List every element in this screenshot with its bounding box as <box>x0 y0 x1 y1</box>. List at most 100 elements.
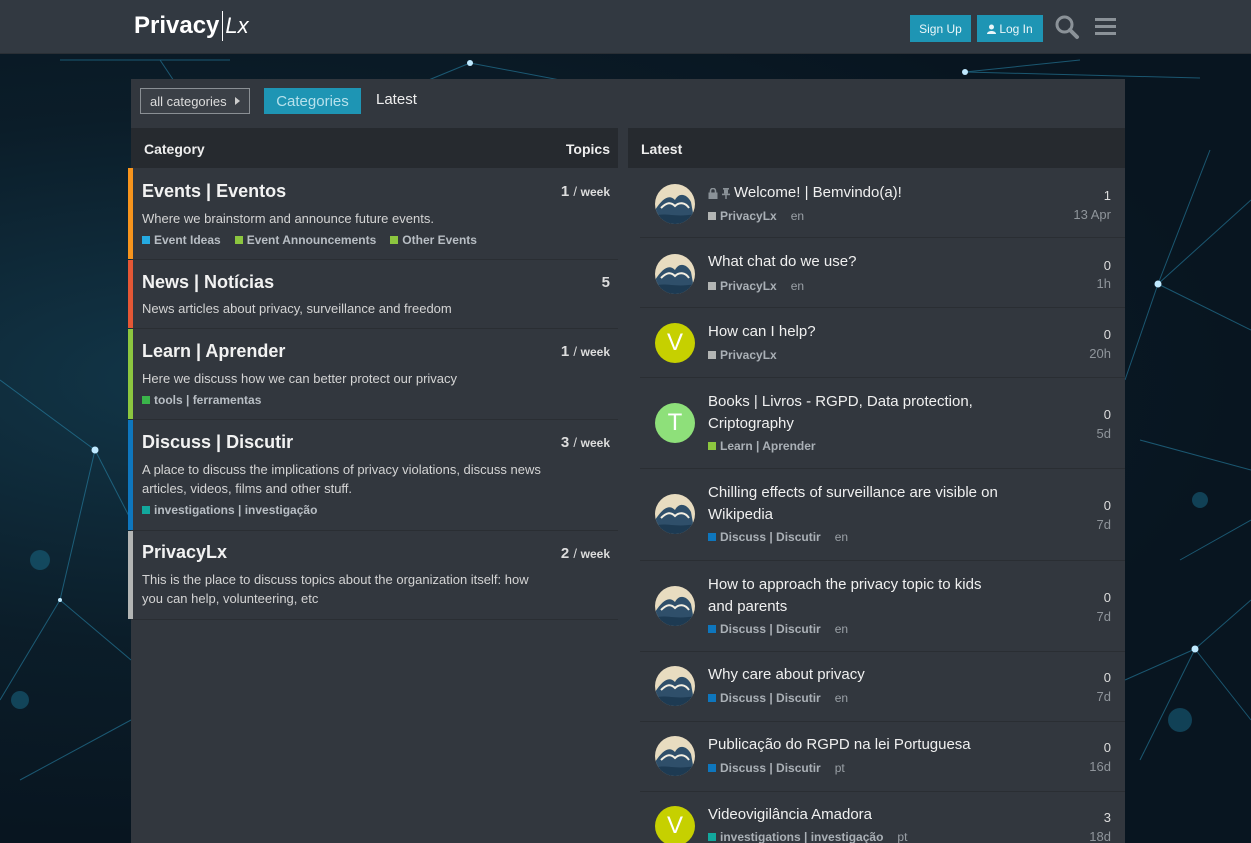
subcategory-link[interactable]: tools | ferramentas <box>142 393 261 407</box>
user-avatar[interactable] <box>655 736 695 776</box>
topic-category-link[interactable]: Discuss | Discutir <box>708 761 821 775</box>
category-name[interactable]: Events | Eventos <box>142 181 286 202</box>
topic-language-tag[interactable]: en <box>791 209 804 223</box>
topic-title[interactable]: Publicação do RGPD na lei Portuguesa <box>708 734 1008 756</box>
user-avatar[interactable]: V <box>655 323 695 363</box>
category-description: A place to discuss the implications of p… <box>142 462 541 496</box>
category-row-news[interactable]: News | Notícias 5 News articles about pr… <box>128 260 618 329</box>
topic-activity-age[interactable]: 13 Apr <box>1073 207 1111 222</box>
topic-language-tag[interactable]: en <box>791 279 804 293</box>
topic-title[interactable]: How can I help? <box>708 321 1008 343</box>
topic-meta: Learn | Aprender <box>708 439 816 453</box>
topic-row[interactable]: What chat do we use? PrivacyLx en 0 1h <box>640 238 1125 308</box>
user-avatar[interactable] <box>655 666 695 706</box>
user-avatar[interactable] <box>655 184 695 224</box>
topic-activity-age[interactable]: 1h <box>1097 276 1111 291</box>
category-name[interactable]: PrivacyLx <box>142 542 227 563</box>
category-name[interactable]: News | Notícias <box>142 272 274 293</box>
category-color-bar <box>128 168 133 259</box>
topic-language-tag[interactable]: pt <box>835 761 845 775</box>
topic-reply-count: 1 <box>1103 188 1111 203</box>
topic-activity-age[interactable]: 7d <box>1097 689 1111 704</box>
avatar-letter: T <box>667 409 683 436</box>
topic-title[interactable]: Videovigilância Amadora <box>708 804 1008 826</box>
topic-row[interactable]: Chilling effects of surveillance are vis… <box>640 469 1125 561</box>
sign-up-button[interactable]: Sign Up <box>910 15 971 42</box>
topic-row[interactable]: How to approach the privacy topic to kid… <box>640 561 1125 652</box>
subcategory-list: investigations | investigação <box>142 503 317 517</box>
topic-language-tag[interactable]: pt <box>897 830 907 843</box>
user-avatar[interactable] <box>655 586 695 626</box>
topic-activity-age[interactable]: 7d <box>1097 517 1111 532</box>
category-row-privacylx[interactable]: PrivacyLx 2 / week This is the place to … <box>128 531 618 620</box>
count-value: 5 <box>601 274 610 291</box>
topic-meta: Discuss | Discutir en <box>708 691 848 705</box>
topic-row[interactable]: Publicação do RGPD na lei Portuguesa Dis… <box>640 722 1125 792</box>
topic-category-link[interactable]: PrivacyLx <box>708 279 777 293</box>
topic-category-link[interactable]: investigations | investigação <box>708 830 883 843</box>
hamburger-menu-icon[interactable] <box>1094 14 1122 42</box>
topic-row[interactable]: V Videovigilância Amadora investigations… <box>640 792 1125 843</box>
topic-language-tag[interactable]: en <box>835 530 848 544</box>
category-color-bar <box>128 329 133 419</box>
category-row-learn[interactable]: Learn | Aprender 1 / week Here we discus… <box>128 329 618 420</box>
category-description: Here we discuss how we can better protec… <box>142 371 458 386</box>
caret-right-icon <box>235 97 240 105</box>
topic-reply-count: 0 <box>1103 407 1111 422</box>
topic-title[interactable]: Chilling effects of surveillance are vis… <box>708 482 1008 526</box>
topic-category-link[interactable]: Discuss | Discutir <box>708 622 821 636</box>
topic-activity-age[interactable]: 5d <box>1097 426 1111 441</box>
avatar-letter: V <box>666 812 683 839</box>
topic-row[interactable]: Welcome! | Bemvindo(a)! PrivacyLx en 1 1… <box>640 168 1125 238</box>
topic-title[interactable]: What chat do we use? <box>708 251 1008 273</box>
subcategory-link[interactable]: investigations | investigação <box>142 503 317 517</box>
log-in-label: Log In <box>999 21 1033 36</box>
topic-category-link[interactable]: Learn | Aprender <box>708 439 816 453</box>
wave-avatar-icon <box>655 494 695 534</box>
site-header: Privacy Lx Sign Up Log In <box>0 0 1251 54</box>
topic-title[interactable]: How to approach the privacy topic to kid… <box>708 574 1008 618</box>
subcategory-link[interactable]: Other Events <box>390 233 477 247</box>
search-icon[interactable] <box>1054 14 1082 42</box>
topic-category-link[interactable]: PrivacyLx <box>708 348 777 362</box>
user-avatar[interactable]: V <box>655 806 695 843</box>
topic-activity-age[interactable]: 16d <box>1089 759 1111 774</box>
site-logo[interactable]: Privacy Lx <box>134 10 249 42</box>
topic-activity-age[interactable]: 7d <box>1097 609 1111 624</box>
wave-avatar-icon <box>655 736 695 776</box>
category-topic-count: 1 / week <box>560 183 610 200</box>
topic-row[interactable]: Why care about privacy Discuss | Discuti… <box>640 652 1125 722</box>
topic-reply-count: 0 <box>1103 590 1111 605</box>
topic-activity-age[interactable]: 18d <box>1089 829 1111 843</box>
tab-latest[interactable]: Latest <box>376 91 417 108</box>
category-topic-count: 3 / week <box>560 434 610 451</box>
topic-row[interactable]: T Books | Livros - RGPD, Data protection… <box>640 378 1125 469</box>
topic-title[interactable]: Why care about privacy <box>708 664 1008 686</box>
topic-language-tag[interactable]: en <box>835 622 848 636</box>
topic-activity-age[interactable]: 20h <box>1089 346 1111 361</box>
topic-category-link[interactable]: PrivacyLx <box>708 209 777 223</box>
topic-reply-count: 0 <box>1103 327 1111 342</box>
topic-language-tag[interactable]: en <box>835 691 848 705</box>
topic-title[interactable]: Books | Livros - RGPD, Data protection, … <box>708 391 1008 435</box>
user-avatar[interactable] <box>655 254 695 294</box>
subcategory-link[interactable]: Event Ideas <box>142 233 221 247</box>
user-avatar[interactable]: T <box>655 403 695 443</box>
user-avatar[interactable] <box>655 494 695 534</box>
count-period: week <box>580 345 610 359</box>
topic-category-link[interactable]: Discuss | Discutir <box>708 530 821 544</box>
category-name[interactable]: Discuss | Discutir <box>142 432 293 453</box>
category-dropdown[interactable]: all categories <box>140 88 250 114</box>
topic-meta: Discuss | Discutir en <box>708 530 848 544</box>
topic-reply-count: 3 <box>1103 810 1111 825</box>
topic-row[interactable]: V How can I help? PrivacyLx 0 20h <box>640 308 1125 378</box>
topic-category-link[interactable]: Discuss | Discutir <box>708 691 821 705</box>
topic-title[interactable]: Welcome! | Bemvindo(a)! <box>708 182 1008 204</box>
category-row-events[interactable]: Events | Eventos 1 / week Where we brain… <box>128 168 618 260</box>
category-row-discuss[interactable]: Discuss | Discutir 3 / week A place to d… <box>128 420 618 531</box>
category-name[interactable]: Learn | Aprender <box>142 341 285 362</box>
log-in-button[interactable]: Log In <box>977 15 1043 42</box>
logo-main-text: Privacy <box>134 12 220 39</box>
tab-categories[interactable]: Categories <box>264 88 361 114</box>
subcategory-link[interactable]: Event Announcements <box>234 233 376 247</box>
